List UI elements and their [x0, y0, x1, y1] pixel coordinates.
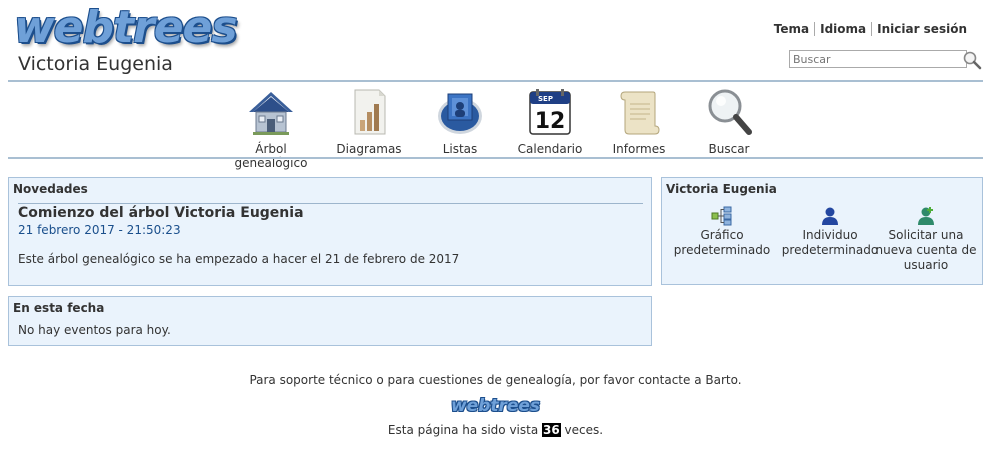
search-icon[interactable] [962, 50, 982, 70]
favorite-default-chart-line1: Gráfico [700, 228, 744, 242]
menu-theme[interactable]: Tema [769, 22, 814, 36]
visit-counter-suffix: veces. [560, 423, 604, 437]
news-heading: Novedades [13, 182, 88, 196]
visit-counter: Esta página ha sido vista 36 veces. [0, 423, 991, 437]
add-user-icon [918, 207, 934, 225]
top-menu: Tema Idioma Iniciar sesión [769, 22, 967, 36]
chart-icon [354, 89, 386, 135]
lists-icon [438, 93, 482, 134]
tree-title: Victoria Eugenia [18, 53, 173, 75]
chart-tree-icon [711, 206, 732, 226]
search-input[interactable] [789, 50, 967, 68]
favorite-request-account[interactable]: Solicitar una nueva cuenta de usuario [872, 206, 980, 273]
news-text: Este árbol genealógico se ha empezado a … [18, 252, 460, 266]
header-divider [8, 80, 983, 82]
nav-lists[interactable]: Listas [420, 86, 500, 156]
nav-reports-label: Informes [612, 142, 666, 156]
favorite-default-individual-line1: Individuo [802, 228, 858, 242]
support-contact[interactable]: Para soporte técnico o para cuestiones d… [0, 373, 991, 387]
news-block: Novedades Comienzo del árbol Victoria Eu… [8, 177, 652, 286]
nav-charts-label: Diagramas [336, 142, 402, 156]
nav-lists-label: Listas [442, 142, 478, 156]
on-this-day-heading: En esta fecha [13, 301, 105, 315]
nav-search[interactable]: Buscar [690, 86, 768, 156]
menu-login[interactable]: Iniciar sesión [871, 22, 967, 36]
on-this-day-block: En esta fecha No hay eventos para hoy. [8, 296, 652, 346]
svg-text:12: 12 [535, 109, 566, 134]
favorite-default-chart[interactable]: Gráfico predeterminado [668, 206, 776, 258]
house-icon [249, 92, 293, 135]
svg-text:SEP: SEP [538, 95, 553, 103]
news-title: Comienzo del árbol Victoria Eugenia [18, 205, 304, 221]
favorite-request-account-line3: usuario [903, 258, 949, 272]
person-icon [822, 207, 838, 225]
favorites-block: Victoria Eugenia Gráfico predeterminado … [661, 177, 983, 285]
scroll-icon [620, 91, 660, 135]
nav-calendar-label: Calendario [517, 142, 583, 156]
favorite-request-account-line1: Solicitar una [888, 228, 964, 242]
favorite-default-individual[interactable]: Individuo predeterminado [776, 206, 884, 258]
nav-tree-label: Árbol genealógico [234, 142, 308, 170]
nav-divider [8, 157, 983, 159]
nav-search-label: Buscar [708, 142, 750, 156]
favorite-default-chart-line2: predeterminado [673, 243, 771, 257]
calendar-icon: SEP 12 [529, 89, 571, 135]
favorites-heading: Victoria Eugenia [666, 182, 777, 196]
visit-counter-prefix: Esta página ha sido vista [387, 423, 543, 437]
favorite-default-individual-line2: predeterminado [781, 243, 879, 257]
news-divider [18, 203, 643, 204]
webtrees-logo[interactable]: webtrees [14, 4, 238, 52]
on-this-day-text: No hay eventos para hoy. [18, 323, 171, 337]
nav-reports[interactable]: Informes [600, 86, 678, 156]
footer-webtrees-logo[interactable]: webtrees [0, 396, 991, 416]
menu-language[interactable]: Idioma [814, 22, 872, 36]
favorite-request-account-line2: nueva cuenta de [875, 243, 977, 257]
news-date: 21 febrero 2017 - 21:50:23 [18, 223, 181, 237]
visit-counter-value: 36 [542, 423, 561, 437]
magnifier-icon [708, 89, 752, 135]
nav-calendar[interactable]: SEP 12 Calendario [510, 86, 590, 156]
nav-charts[interactable]: Diagramas [330, 86, 408, 156]
